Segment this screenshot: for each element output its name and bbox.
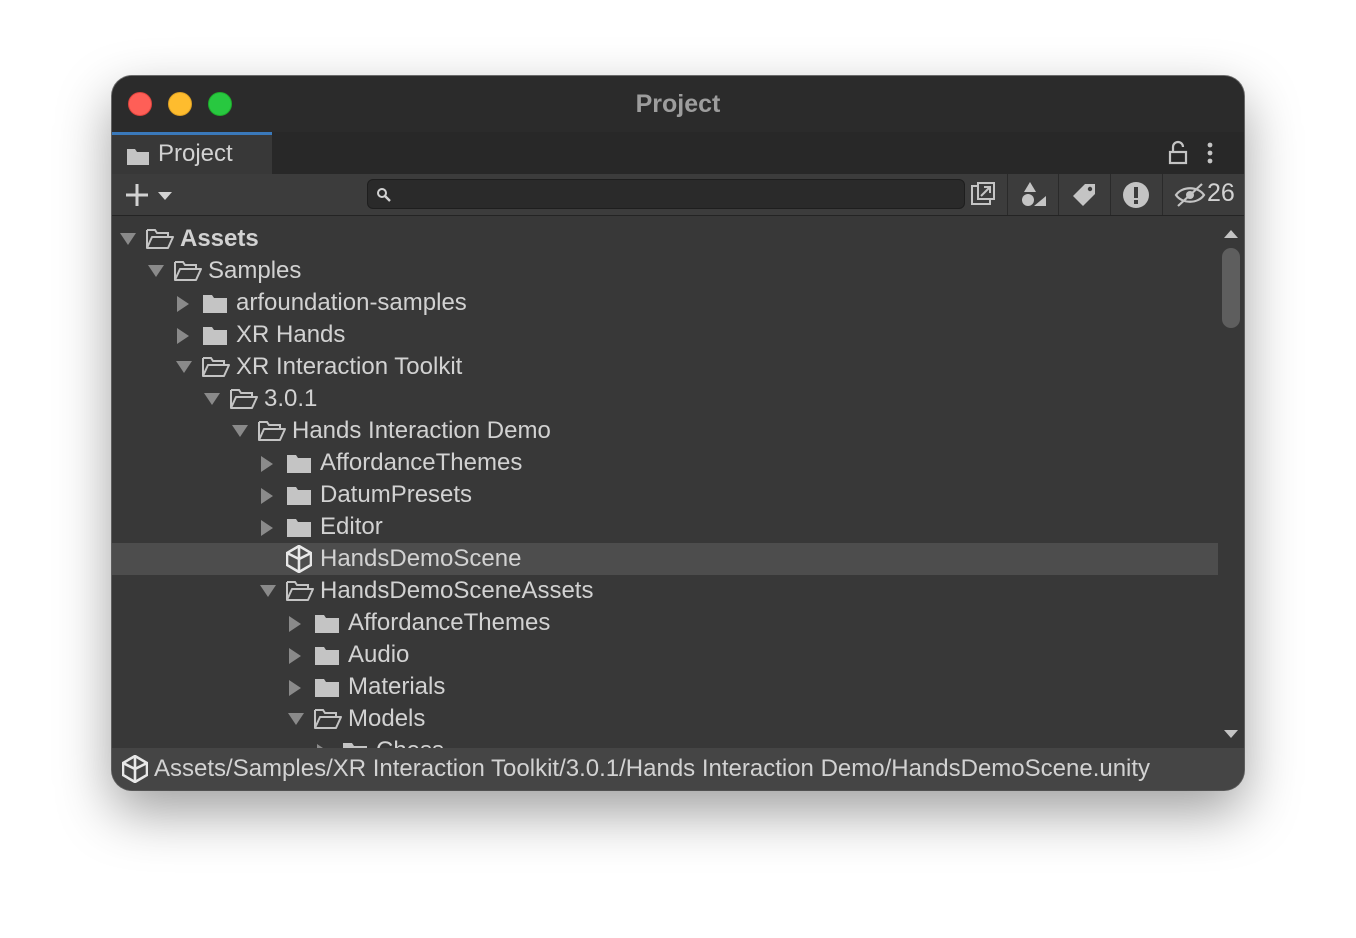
scroll-up-arrow-icon[interactable]: [1224, 226, 1238, 244]
tree-row-label: DatumPresets: [320, 481, 473, 508]
tree-row[interactable]: XR Interaction Toolkit: [112, 351, 1218, 383]
tree-row[interactable]: Assets: [112, 223, 1218, 255]
tab-label: Project: [158, 140, 233, 167]
lock-icon[interactable]: [1166, 140, 1190, 171]
folder-icon: [126, 145, 150, 173]
expand-arrow-down-icon[interactable]: [120, 232, 136, 251]
folder-open-icon: [146, 228, 174, 255]
toolbar: 26: [112, 174, 1244, 216]
tree-row-label: Editor: [320, 513, 383, 540]
scroll-down-arrow-icon[interactable]: [1224, 726, 1238, 744]
folder-icon: [286, 484, 312, 511]
tree-row-label: Assets: [180, 225, 259, 252]
tree-row-label: Samples: [208, 257, 302, 284]
tree-row-label: Chess: [376, 737, 444, 748]
folder-open-icon: [286, 580, 314, 607]
tree-row[interactable]: 3.0.1: [112, 383, 1218, 415]
expand-arrow-down-icon[interactable]: [288, 712, 304, 731]
vertical-scrollbar[interactable]: [1218, 216, 1244, 748]
expand-arrow-down-icon[interactable]: [232, 424, 248, 443]
tree-row[interactable]: arfoundation-samples: [112, 287, 1218, 319]
folder-icon: [286, 516, 312, 543]
tab-bar: Project: [112, 132, 1244, 174]
tree-row[interactable]: DatumPresets: [112, 479, 1218, 511]
expand-arrow-right-icon[interactable]: [176, 296, 190, 317]
hidden-packages-count: 26: [1207, 179, 1235, 207]
tree-row-label: 3.0.1: [264, 385, 318, 412]
filter-by-label-icon[interactable]: [1059, 174, 1109, 215]
expand-arrow-right-icon[interactable]: [260, 520, 274, 541]
filter-by-type-icon[interactable]: [1008, 174, 1058, 215]
log-filter-icon[interactable]: [1111, 174, 1161, 215]
hidden-packages-toggle[interactable]: 26: [1164, 174, 1244, 215]
tree-row[interactable]: Samples: [112, 255, 1218, 287]
tree-row[interactable]: Materials: [112, 671, 1218, 703]
tree-row[interactable]: HandsDemoSceneAssets: [112, 575, 1218, 607]
search-input[interactable]: [398, 182, 962, 208]
expand-arrow-down-icon[interactable]: [148, 264, 164, 283]
tree-row-label: XR Interaction Toolkit: [236, 353, 463, 380]
folder-open-icon: [258, 420, 286, 447]
project-tree[interactable]: Assets Samples arfoundation-samples XR Hand…: [112, 216, 1218, 748]
project-window: Project Project 26 Assets Samples arfoun…: [112, 76, 1244, 790]
folder-icon: [342, 740, 368, 748]
tree-row[interactable]: Chess: [112, 735, 1218, 748]
tree-row-label: Hands Interaction Demo: [292, 417, 551, 444]
tree-row[interactable]: XR Hands: [112, 319, 1218, 351]
expand-arrow-down-icon[interactable]: [204, 392, 220, 411]
expand-arrow-right-icon[interactable]: [288, 680, 302, 701]
tree-row-label: XR Hands: [236, 321, 346, 348]
expand-arrow-down-icon[interactable]: [176, 360, 192, 379]
create-menu-button[interactable]: [122, 180, 178, 210]
tab-project[interactable]: Project: [112, 132, 272, 174]
toolbar-separator: [1162, 174, 1163, 215]
folder-open-icon: [174, 260, 202, 287]
tree-row[interactable]: Models: [112, 703, 1218, 735]
status-bar: Assets/Samples/XR Interaction Toolkit/3.…: [112, 748, 1244, 790]
selected-asset-path: Assets/Samples/XR Interaction Toolkit/3.…: [154, 755, 1151, 782]
tree-row-label: arfoundation-samples: [236, 289, 467, 316]
folder-open-icon: [314, 708, 342, 735]
search-icon: [376, 187, 392, 208]
tree-row[interactable]: Audio: [112, 639, 1218, 671]
more-options-icon[interactable]: [1204, 140, 1216, 171]
expand-arrow-down-icon[interactable]: [260, 584, 276, 603]
expand-arrow-right-icon[interactable]: [260, 456, 274, 477]
folder-icon: [202, 292, 228, 319]
tree-row[interactable]: Hands Interaction Demo: [112, 415, 1218, 447]
tree-row-label: HandsDemoSceneAssets: [320, 577, 594, 604]
folder-icon: [314, 644, 340, 671]
tree-row[interactable]: HandsDemoScene: [112, 543, 1218, 575]
tree-row-label: AffordanceThemes: [320, 449, 523, 476]
title-bar: Project: [112, 76, 1244, 132]
tree-row-label: Audio: [348, 641, 410, 668]
expand-arrow-right-icon[interactable]: [176, 328, 190, 349]
folder-open-icon: [230, 388, 258, 415]
folder-open-icon: [202, 356, 230, 383]
search-by-type-icon[interactable]: [970, 181, 996, 212]
tree-row-label: HandsDemoScene: [320, 545, 522, 572]
tree-row[interactable]: AffordanceThemes: [112, 447, 1218, 479]
expand-arrow-right-icon[interactable]: [288, 648, 302, 669]
tree-row-label: AffordanceThemes: [348, 609, 551, 636]
folder-icon: [286, 452, 312, 479]
expand-arrow-right-icon[interactable]: [260, 488, 274, 509]
scroll-thumb[interactable]: [1222, 248, 1240, 328]
tree-row-label: Materials: [348, 673, 446, 700]
expand-arrow-right-icon[interactable]: [288, 616, 302, 637]
folder-icon: [202, 324, 228, 351]
tree-row-label: Models: [348, 705, 426, 732]
folder-icon: [314, 676, 340, 703]
window-title: Project: [635, 90, 721, 118]
tree-row[interactable]: Editor: [112, 511, 1218, 543]
tree-row[interactable]: AffordanceThemes: [112, 607, 1218, 639]
unity-scene-icon: [285, 544, 313, 578]
folder-icon: [314, 612, 340, 639]
search-field[interactable]: [367, 179, 965, 209]
unity-scene-icon: [121, 754, 149, 788]
